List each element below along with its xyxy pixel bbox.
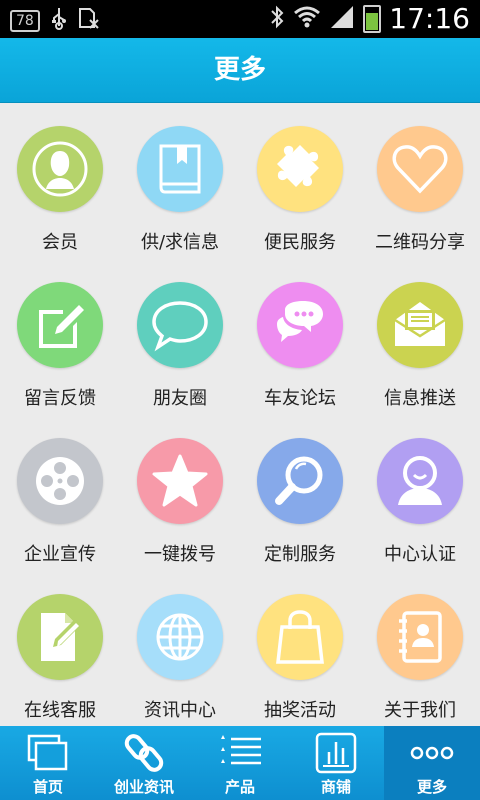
grid-item-label: 朋友圈 bbox=[153, 388, 207, 409]
grid-item-circle bbox=[137, 438, 223, 524]
grid-item-circle bbox=[137, 594, 223, 680]
grid-item-convenience[interactable]: 便民服务 bbox=[240, 102, 360, 258]
grid-item-circle bbox=[377, 594, 463, 680]
grid-item-label: 定制服务 bbox=[264, 544, 336, 565]
star-icon bbox=[152, 454, 208, 507]
document-pen-icon bbox=[41, 613, 81, 661]
bottom-tab-bar: 首页 创业资讯 产品 商铺 更多 bbox=[0, 726, 480, 800]
wifi-icon bbox=[293, 4, 321, 34]
title-bar: 更多 bbox=[0, 38, 480, 103]
tab-label: 产品 bbox=[224, 778, 255, 796]
grid-item-member[interactable]: 会员 bbox=[0, 102, 120, 258]
grid-item-label: 便民服务 bbox=[264, 232, 336, 253]
grid-item-circle bbox=[257, 594, 343, 680]
grid-item-friends[interactable]: 朋友圈 bbox=[120, 258, 240, 414]
grid-item-label: 二维码分享 bbox=[375, 232, 465, 253]
tab-products[interactable]: 产品 bbox=[192, 726, 288, 800]
grid-item-certification[interactable]: 中心认证 bbox=[360, 414, 480, 570]
chat-bubble-icon bbox=[152, 301, 208, 352]
heart-icon bbox=[392, 145, 448, 194]
chart-icon bbox=[288, 732, 384, 774]
tab-more[interactable]: 更多 bbox=[384, 726, 480, 800]
grid-item-custom-service[interactable]: 定制服务 bbox=[240, 414, 360, 570]
grid-item-circle bbox=[377, 282, 463, 368]
grid-item-circle bbox=[17, 126, 103, 212]
tab-label: 创业资讯 bbox=[113, 778, 174, 796]
bluetooth-icon bbox=[269, 4, 285, 34]
tab-startup-news[interactable]: 创业资讯 bbox=[96, 726, 192, 800]
grid-item-circle bbox=[257, 126, 343, 212]
shopping-bag-icon bbox=[276, 610, 324, 664]
grid-item-online-service[interactable]: 在线客服 bbox=[0, 570, 120, 726]
grid-item-feedback[interactable]: 留言反馈 bbox=[0, 258, 120, 414]
grid-item-about-us[interactable]: 关于我们 bbox=[360, 570, 480, 726]
list-icon bbox=[192, 732, 288, 774]
grid-item-one-key-dial[interactable]: 一键拨号 bbox=[120, 414, 240, 570]
tab-label: 首页 bbox=[32, 778, 63, 796]
grid-item-news-center[interactable]: 资讯中心 bbox=[120, 570, 240, 726]
link-icon bbox=[96, 732, 192, 774]
edit-icon bbox=[39, 305, 84, 348]
magnifier-icon bbox=[275, 456, 323, 505]
grid-item-label: 信息推送 bbox=[384, 388, 456, 409]
battery-icon bbox=[363, 5, 382, 33]
puzzle-icon bbox=[277, 145, 319, 187]
envelope-icon bbox=[394, 302, 446, 346]
grid-item-promotion[interactable]: 企业宣传 bbox=[0, 414, 120, 570]
chat-dots-icon bbox=[277, 301, 323, 342]
status-time: 17:16 bbox=[389, 2, 470, 35]
grid-item-circle bbox=[137, 126, 223, 212]
grid-item-label: 车友论坛 bbox=[264, 388, 336, 409]
grid-item-circle bbox=[17, 594, 103, 680]
grid-item-supply-demand[interactable]: 供/求信息 bbox=[120, 102, 240, 258]
status-bar: 78 17:16 bbox=[0, 0, 480, 38]
grid-item-label: 留言反馈 bbox=[24, 388, 96, 409]
grid-item-label: 供/求信息 bbox=[140, 232, 220, 253]
grid-item-label: 会员 bbox=[42, 232, 78, 253]
usb-icon bbox=[50, 6, 68, 36]
grid-item-circle bbox=[377, 438, 463, 524]
grid-item-qr-share[interactable]: 二维码分享 bbox=[360, 102, 480, 258]
film-reel-icon bbox=[36, 457, 84, 505]
grid-item-circle bbox=[137, 282, 223, 368]
windows-icon bbox=[0, 732, 96, 774]
grid-item-label: 一键拨号 bbox=[144, 544, 216, 565]
signal-icon bbox=[329, 4, 355, 34]
contact-book-icon bbox=[399, 611, 442, 663]
grid-item-label: 抽奖活动 bbox=[264, 700, 336, 721]
grid-item-circle bbox=[377, 126, 463, 212]
grid-item-lottery[interactable]: 抽奖活动 bbox=[240, 570, 360, 726]
sim-card-icon bbox=[78, 6, 100, 36]
person-icon bbox=[32, 141, 88, 197]
book-icon bbox=[159, 144, 201, 194]
grid-item-label: 关于我们 bbox=[384, 700, 456, 721]
grid-item-circle bbox=[257, 438, 343, 524]
tab-shops[interactable]: 商铺 bbox=[288, 726, 384, 800]
grid-item-forum[interactable]: 车友论坛 bbox=[240, 258, 360, 414]
tab-home[interactable]: 首页 bbox=[0, 726, 96, 800]
more-dots-icon bbox=[384, 732, 480, 774]
grid-item-label: 中心认证 bbox=[384, 544, 456, 565]
grid-item-circle bbox=[17, 438, 103, 524]
notification-count-badge: 78 bbox=[10, 10, 40, 32]
tab-label: 更多 bbox=[416, 778, 447, 796]
grid-item-label: 资讯中心 bbox=[144, 700, 216, 721]
tab-label: 商铺 bbox=[320, 778, 351, 796]
user-smile-icon bbox=[398, 456, 442, 505]
globe-icon bbox=[156, 613, 204, 661]
feature-grid: 会员 供/求信息 便民服务 二维码分享 留言反馈 朋友圈 车友论坛 信息推送 企… bbox=[0, 102, 480, 726]
grid-item-push[interactable]: 信息推送 bbox=[360, 258, 480, 414]
grid-item-label: 企业宣传 bbox=[24, 544, 96, 565]
page-title: 更多 bbox=[213, 55, 266, 85]
grid-item-circle bbox=[257, 282, 343, 368]
grid-item-label: 在线客服 bbox=[24, 700, 96, 721]
grid-item-circle bbox=[17, 282, 103, 368]
